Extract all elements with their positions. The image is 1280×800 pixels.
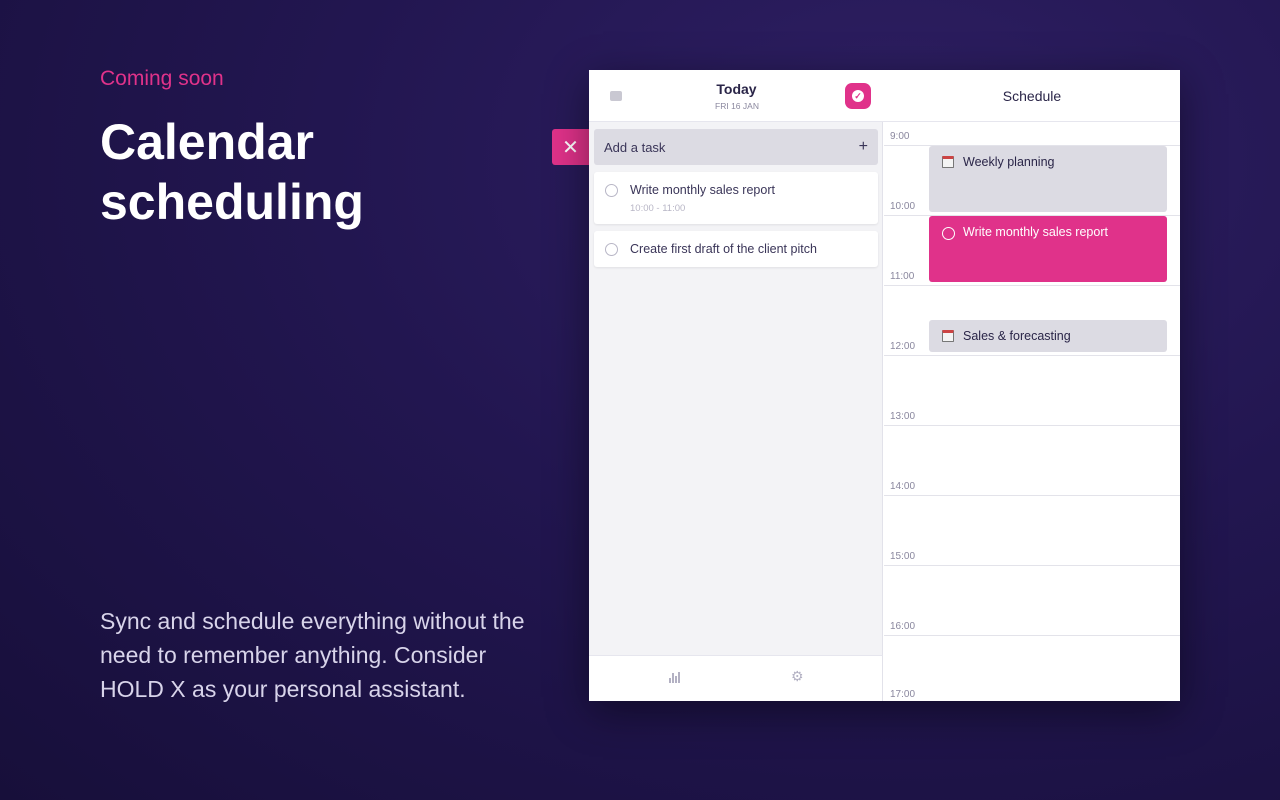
task-time: 10:00 - 11:00 [630,203,686,214]
add-task-input[interactable]: Add a task + [594,129,878,165]
hour-label: 13:00 [890,411,916,422]
task-checkbox[interactable] [605,184,618,197]
event-task[interactable]: Write monthly sales report [929,216,1167,282]
plus-icon[interactable]: + [859,138,868,156]
headline: Calendar scheduling [100,114,364,230]
eyebrow: Coming soon [100,67,224,90]
event-title: Weekly planning [963,155,1055,169]
event-title: Sales & forecasting [963,329,1071,343]
close-icon: ✕ [562,136,579,159]
header: Today FRI 16 JAN ✓ Schedule [589,70,1180,122]
check-circle-icon: ✓ [852,90,864,102]
task-item[interactable]: Write monthly sales report 10:00 - 11:00 [594,172,878,224]
schedule-panel: 9:00 10:00 11:00 12:00 13:00 14:00 15:00… [884,122,1180,701]
schedule-title: Schedule [1002,88,1062,104]
gear-icon[interactable]: ⚙ [791,668,804,685]
task-title: Create first draft of the client pitch [630,242,817,256]
date-label: FRI 16 JAN [715,101,759,111]
calendar-icon [942,156,954,168]
hour-label: 14:00 [890,481,916,492]
calendar-icon [942,330,954,342]
hour-label: 16:00 [890,621,916,632]
hour-label: 15:00 [890,551,916,562]
hour-label: 17:00 [890,689,916,700]
app-window: Today FRI 16 JAN ✓ Schedule Add a task +… [589,70,1180,701]
hour-label: 12:00 [890,341,916,352]
bar-chart-icon[interactable] [669,672,680,683]
today-label: Today [716,81,757,97]
hour-label: 11:00 [890,271,915,282]
task-title: Write monthly sales report [630,183,775,197]
check-circle-button[interactable]: ✓ [845,83,871,109]
task-panel: Add a task + Write monthly sales report … [589,122,883,655]
event-sales-forecasting[interactable]: Sales & forecasting [929,320,1167,352]
task-item[interactable]: Create first draft of the client pitch [594,231,878,267]
task-checkbox[interactable] [942,227,955,240]
task-checkbox[interactable] [605,243,618,256]
hour-label: 9:00 [890,131,910,142]
event-title: Write monthly sales report [963,225,1108,239]
footer-toolbar: ⚙ [589,655,883,701]
add-task-label: Add a task [604,139,666,155]
hour-label: 10:00 [890,201,916,212]
inbox-icon[interactable] [610,91,622,101]
event-weekly-planning[interactable]: Weekly planning [929,146,1167,212]
close-button[interactable]: ✕ [552,129,589,165]
description: Sync and schedule everything without the… [100,608,525,702]
